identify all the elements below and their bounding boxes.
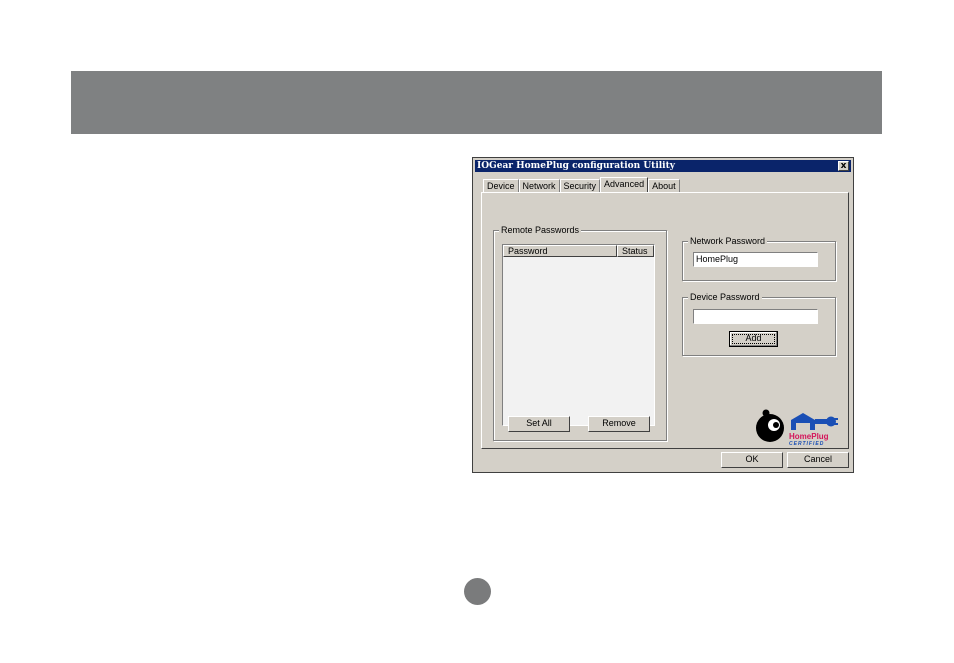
list-header: Password Status xyxy=(503,245,654,257)
dialog-titlebar[interactable]: IOGear HomePlug configuration Utility x xyxy=(475,160,851,172)
device-password-input[interactable] xyxy=(693,309,818,324)
remove-button[interactable]: Remove xyxy=(588,416,650,432)
homeplug-certified-text: CERTIFIED xyxy=(789,441,825,447)
device-password-label: Device Password xyxy=(688,291,762,303)
tab-about[interactable]: About xyxy=(648,179,680,192)
tab-security[interactable]: Security xyxy=(559,179,601,192)
tab-network[interactable]: Network xyxy=(518,179,560,192)
cancel-button[interactable]: Cancel xyxy=(787,452,849,468)
homeplug-certified-logo: HomePlug CERTIFIED xyxy=(789,411,839,447)
remote-passwords-group: Remote Passwords Password Status xyxy=(493,224,667,441)
add-button[interactable]: Add xyxy=(729,331,778,347)
page-header-band xyxy=(71,71,882,134)
tab-strip: Device Network Security Advanced About xyxy=(483,177,680,192)
device-password-group: Device Password Add xyxy=(682,291,836,356)
tab-advanced[interactable]: Advanced xyxy=(600,177,649,192)
page-number-dot xyxy=(464,578,491,605)
set-all-button[interactable]: Set All xyxy=(508,416,570,432)
homeplug-brand-text: HomePlug xyxy=(789,432,829,441)
network-password-group: Network Password HomePlug xyxy=(682,235,836,281)
column-header-password[interactable]: Password xyxy=(503,245,617,257)
homeplug-house-icon xyxy=(791,413,838,430)
dialog-title: IOGear HomePlug configuration Utility xyxy=(477,161,675,171)
ok-button[interactable]: OK xyxy=(721,452,783,468)
remote-passwords-list[interactable]: Password Status xyxy=(502,244,655,426)
focus-ring xyxy=(732,334,775,344)
company-logo-icon xyxy=(756,409,784,442)
network-password-input[interactable]: HomePlug xyxy=(693,252,818,267)
tab-device[interactable]: Device xyxy=(483,179,519,192)
close-icon[interactable]: x xyxy=(838,161,849,171)
column-header-status[interactable]: Status xyxy=(617,245,654,257)
config-dialog: IOGear HomePlug configuration Utility x … xyxy=(472,157,854,473)
remote-passwords-label: Remote Passwords xyxy=(499,224,582,236)
network-password-label: Network Password xyxy=(688,235,768,247)
